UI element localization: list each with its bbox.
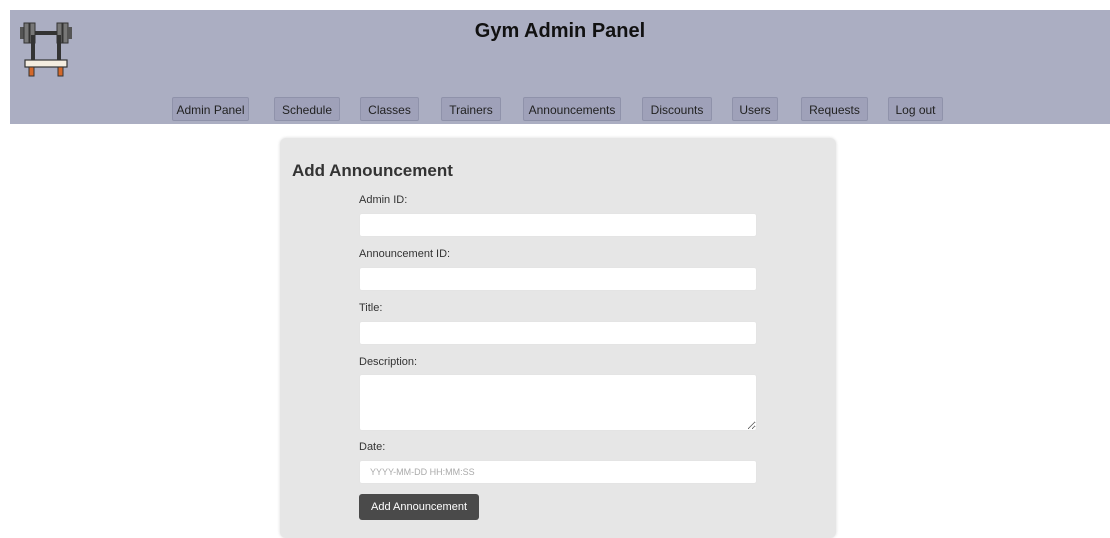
- announcement-id-input[interactable]: [359, 267, 757, 291]
- title-label: Title:: [359, 302, 383, 314]
- nav-logout-button[interactable]: Log out: [888, 97, 943, 121]
- add-announcement-button[interactable]: Add Announcement: [359, 494, 479, 520]
- nav-admin-panel-button[interactable]: Admin Panel: [172, 97, 249, 121]
- nav-classes-button[interactable]: Classes: [360, 97, 419, 121]
- nav-requests-button[interactable]: Requests: [801, 97, 868, 121]
- date-label: Date:: [359, 441, 386, 453]
- description-label: Description:: [359, 356, 418, 368]
- nav-users-button[interactable]: Users: [732, 97, 778, 121]
- nav-trainers-button[interactable]: Trainers: [441, 97, 501, 121]
- nav-announcements-button[interactable]: Announcements: [523, 97, 621, 121]
- site-title: Gym Admin Panel: [474, 20, 646, 42]
- title-input[interactable]: [359, 321, 757, 345]
- announcement-id-label: Announcement ID:: [359, 248, 451, 260]
- add-announcement-form: Add Announcement Admin ID: Announcement …: [280, 138, 836, 538]
- main-nav: Admin Panel Schedule Classes Trainers An…: [10, 97, 1110, 123]
- admin-id-label: Admin ID:: [359, 194, 408, 206]
- date-input[interactable]: [359, 460, 757, 484]
- nav-discounts-button[interactable]: Discounts: [642, 97, 712, 121]
- admin-id-input[interactable]: [359, 213, 757, 237]
- description-textarea[interactable]: [359, 374, 757, 431]
- header-bar: Gym Admin Panel Admin Panel Schedule Cla…: [10, 10, 1110, 124]
- nav-schedule-button[interactable]: Schedule: [274, 97, 340, 121]
- form-title: Add Announcement: [292, 161, 453, 180]
